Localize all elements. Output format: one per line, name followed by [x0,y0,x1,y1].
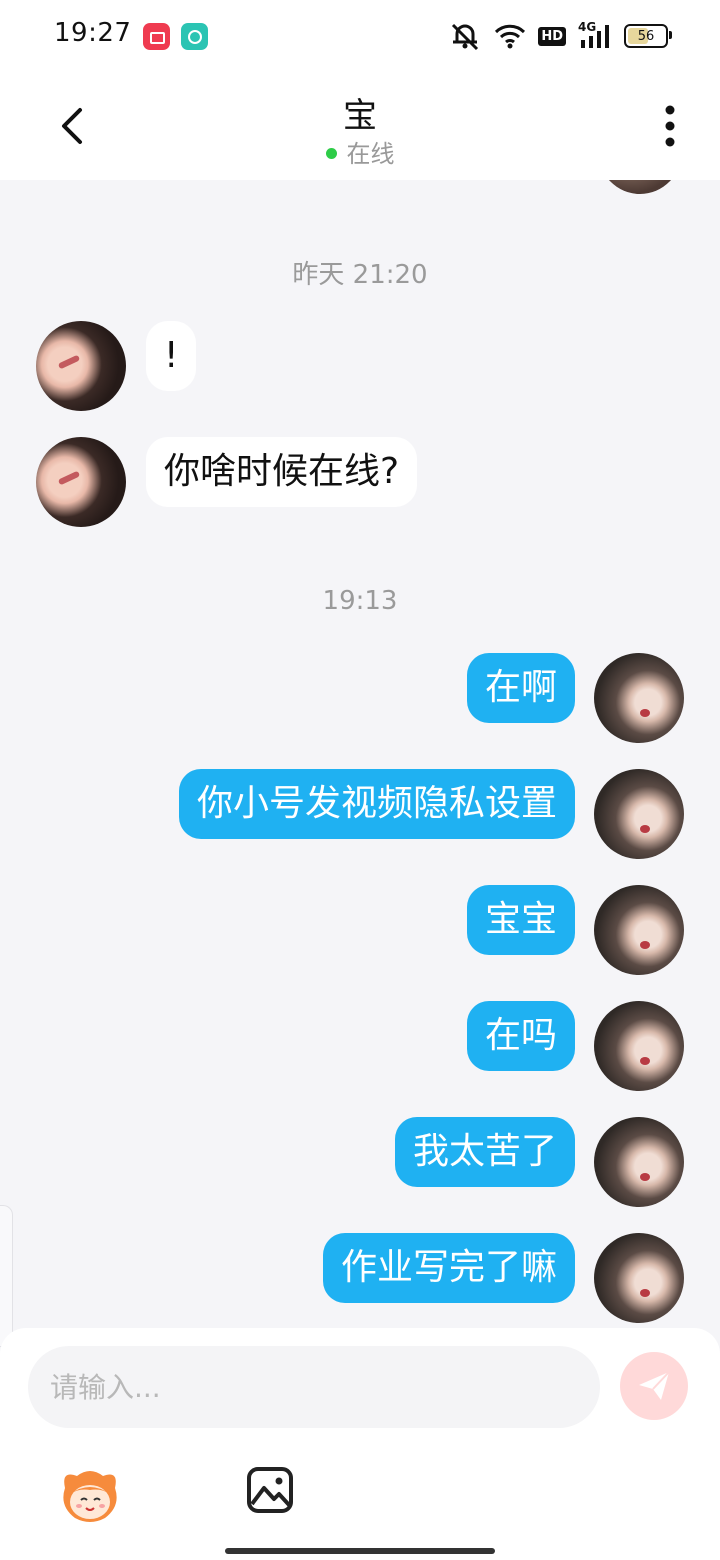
outgoing-message[interactable]: 你小号发视频隐私设置 [178,769,575,839]
status-bar: 19:27 HD 4G 56 [0,0,720,72]
online-status: 在线 [0,134,720,169]
mute-bell-icon [452,23,479,51]
outgoing-message[interactable]: 宝宝 [466,885,575,955]
my-avatar[interactable] [594,1117,684,1207]
outgoing-message[interactable]: 作业写完了嘛 [322,1233,575,1303]
my-avatar[interactable] [594,885,684,975]
message-list[interactable]: 昨天 21:20 ! 你啥时候在线? 19:13 在啊 你小号发视频隐私设置 宝… [0,180,720,1328]
signal-indicator: 4G [578,20,612,50]
my-avatar[interactable] [594,653,684,743]
edge-panel-handle[interactable] [0,1205,13,1347]
incoming-message[interactable]: 你啥时候在线? [146,437,418,507]
battery-indicator: 56 [624,24,672,48]
contact-avatar[interactable] [36,321,126,411]
incoming-message[interactable]: ! [146,321,197,391]
outgoing-message[interactable]: 在吗 [466,1001,575,1071]
online-status-label: 在线 [346,140,395,168]
image-picker-icon[interactable] [246,1466,294,1514]
more-options-icon[interactable] [656,102,684,150]
video-app-icon [143,23,170,50]
my-avatar[interactable] [594,769,684,859]
message-input[interactable] [28,1346,600,1428]
message-timestamp: 昨天 21:20 [292,260,428,290]
hd-badge: HD [538,26,566,46]
my-avatar[interactable] [594,1001,684,1091]
my-avatar[interactable] [594,1233,684,1323]
outgoing-message[interactable]: 我太苦了 [394,1117,575,1187]
online-dot-icon [325,147,337,159]
chat-app-icon [181,23,208,50]
message-timestamp: 19:13 [322,586,398,616]
status-time: 19:27 [54,18,132,48]
contact-avatar[interactable] [36,437,126,527]
send-paper-plane-icon [639,1371,670,1400]
contact-name: 宝 [343,96,377,136]
sticker-mascot-icon[interactable] [57,1466,123,1526]
composer-bar [0,1328,720,1560]
status-icons: HD 4G 56 [448,20,672,52]
signal-bars-icon [581,25,609,48]
send-button[interactable] [620,1352,688,1420]
chat-header: 宝 在线 [0,72,720,180]
avatar[interactable] [598,180,682,194]
battery-percent: 56 [637,28,655,44]
wifi-icon [495,24,526,49]
home-indicator[interactable] [225,1548,495,1554]
outgoing-message[interactable]: 在啊 [466,653,575,723]
